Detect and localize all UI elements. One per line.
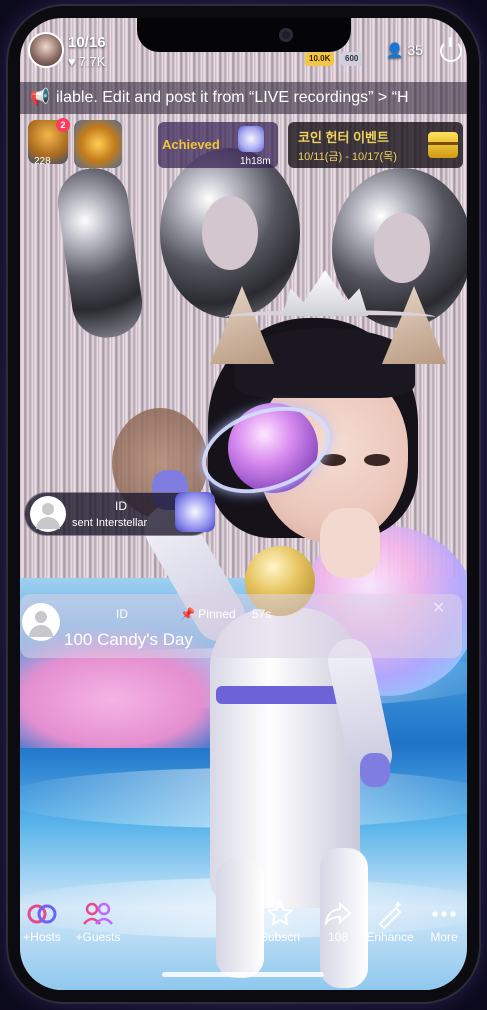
camera-notch — [137, 18, 351, 52]
pinned-message: 100 Candy's Day — [64, 630, 193, 649]
avatar-head — [42, 503, 54, 515]
pinned-username: ID — [116, 607, 128, 621]
announcement-text: ilable. Edit and post it from “LIVE reco… — [56, 89, 409, 106]
toolbar-label: +Guests — [75, 930, 121, 944]
rank-count: 228 — [34, 156, 51, 167]
more-icon — [414, 898, 467, 930]
more-button[interactable]: More — [414, 898, 467, 944]
end-live-power-icon[interactable] — [440, 37, 462, 62]
toolbar-label: 108 — [327, 930, 349, 944]
camera-lens — [279, 28, 293, 42]
person-icon: 👤 — [386, 42, 404, 58]
event-title: 코인 헌터 이벤트 — [298, 130, 389, 145]
megaphone-icon: 📢 — [30, 89, 50, 106]
likes-count: ♥ 7.7K — [68, 54, 105, 69]
host-title[interactable]: 10/16 — [68, 34, 106, 51]
avatar-shoulders — [29, 625, 53, 637]
live-ui-overlay: 10/16 ♥ 7.7K 10.0K 600 👤 35 📢 ilable. Edi… — [20, 18, 467, 990]
achievement-time: 1h18m — [240, 156, 271, 167]
gift-message: sent Interstellar — [72, 517, 148, 529]
share-button[interactable]: 108 — [308, 898, 368, 944]
badge-chip: 10.0K — [305, 52, 335, 66]
viewer-value: 35 — [407, 42, 423, 58]
hosts-icon — [20, 898, 72, 930]
bottom-toolbar: +Hosts +Guests Subscri 108 Enhance More — [20, 898, 467, 958]
pinned-label: 📌 Pinned — [180, 607, 236, 621]
subscribe-button[interactable]: Subscri — [250, 898, 310, 944]
enhance-button[interactable]: Enhance — [360, 898, 420, 944]
achievement-label: Achieved — [162, 137, 220, 152]
astronaut-gift-icon — [238, 126, 264, 152]
add-hosts-button[interactable]: +Hosts — [20, 898, 72, 944]
share-icon — [308, 898, 368, 930]
avatar[interactable] — [30, 496, 66, 532]
treasure-chest-icon[interactable] — [74, 120, 122, 168]
avatar-head — [35, 611, 47, 623]
pinned-label-text: Pinned — [198, 607, 236, 621]
close-icon[interactable]: ✕ — [432, 598, 445, 618]
interstellar-gift-icon — [175, 492, 215, 532]
badge-chip: 600 — [341, 52, 363, 66]
toolbar-label: +Hosts — [23, 930, 61, 944]
pin-icon: 📌 — [180, 607, 195, 621]
toolbar-label: Enhance — [366, 930, 414, 944]
guests-icon — [68, 898, 128, 930]
toolbar-label: Subscri — [259, 930, 300, 944]
subscribe-icon — [250, 898, 310, 930]
announcement-banner[interactable]: 📢 ilable. Edit and post it from “LIVE re… — [20, 82, 467, 114]
chest-icon — [428, 132, 458, 158]
home-indicator[interactable] — [162, 972, 324, 977]
heart-icon: ♥ — [68, 54, 76, 69]
likes-value: 7.7K — [78, 54, 106, 69]
avatar-shoulders — [36, 517, 60, 529]
toolbar-label: More — [430, 930, 458, 944]
gift-sender-name: ID — [115, 499, 127, 513]
event-dates: 10/11(금) - 10/17(목) — [298, 151, 397, 163]
viewer-count[interactable]: 👤 35 — [386, 42, 423, 59]
pinned-time: 57s — [252, 607, 272, 621]
host-avatar[interactable] — [28, 32, 64, 68]
enhance-icon — [360, 898, 420, 930]
add-guests-button[interactable]: +Guests — [68, 898, 128, 944]
avatar[interactable] — [22, 603, 60, 641]
notification-badge: 2 — [56, 118, 70, 132]
